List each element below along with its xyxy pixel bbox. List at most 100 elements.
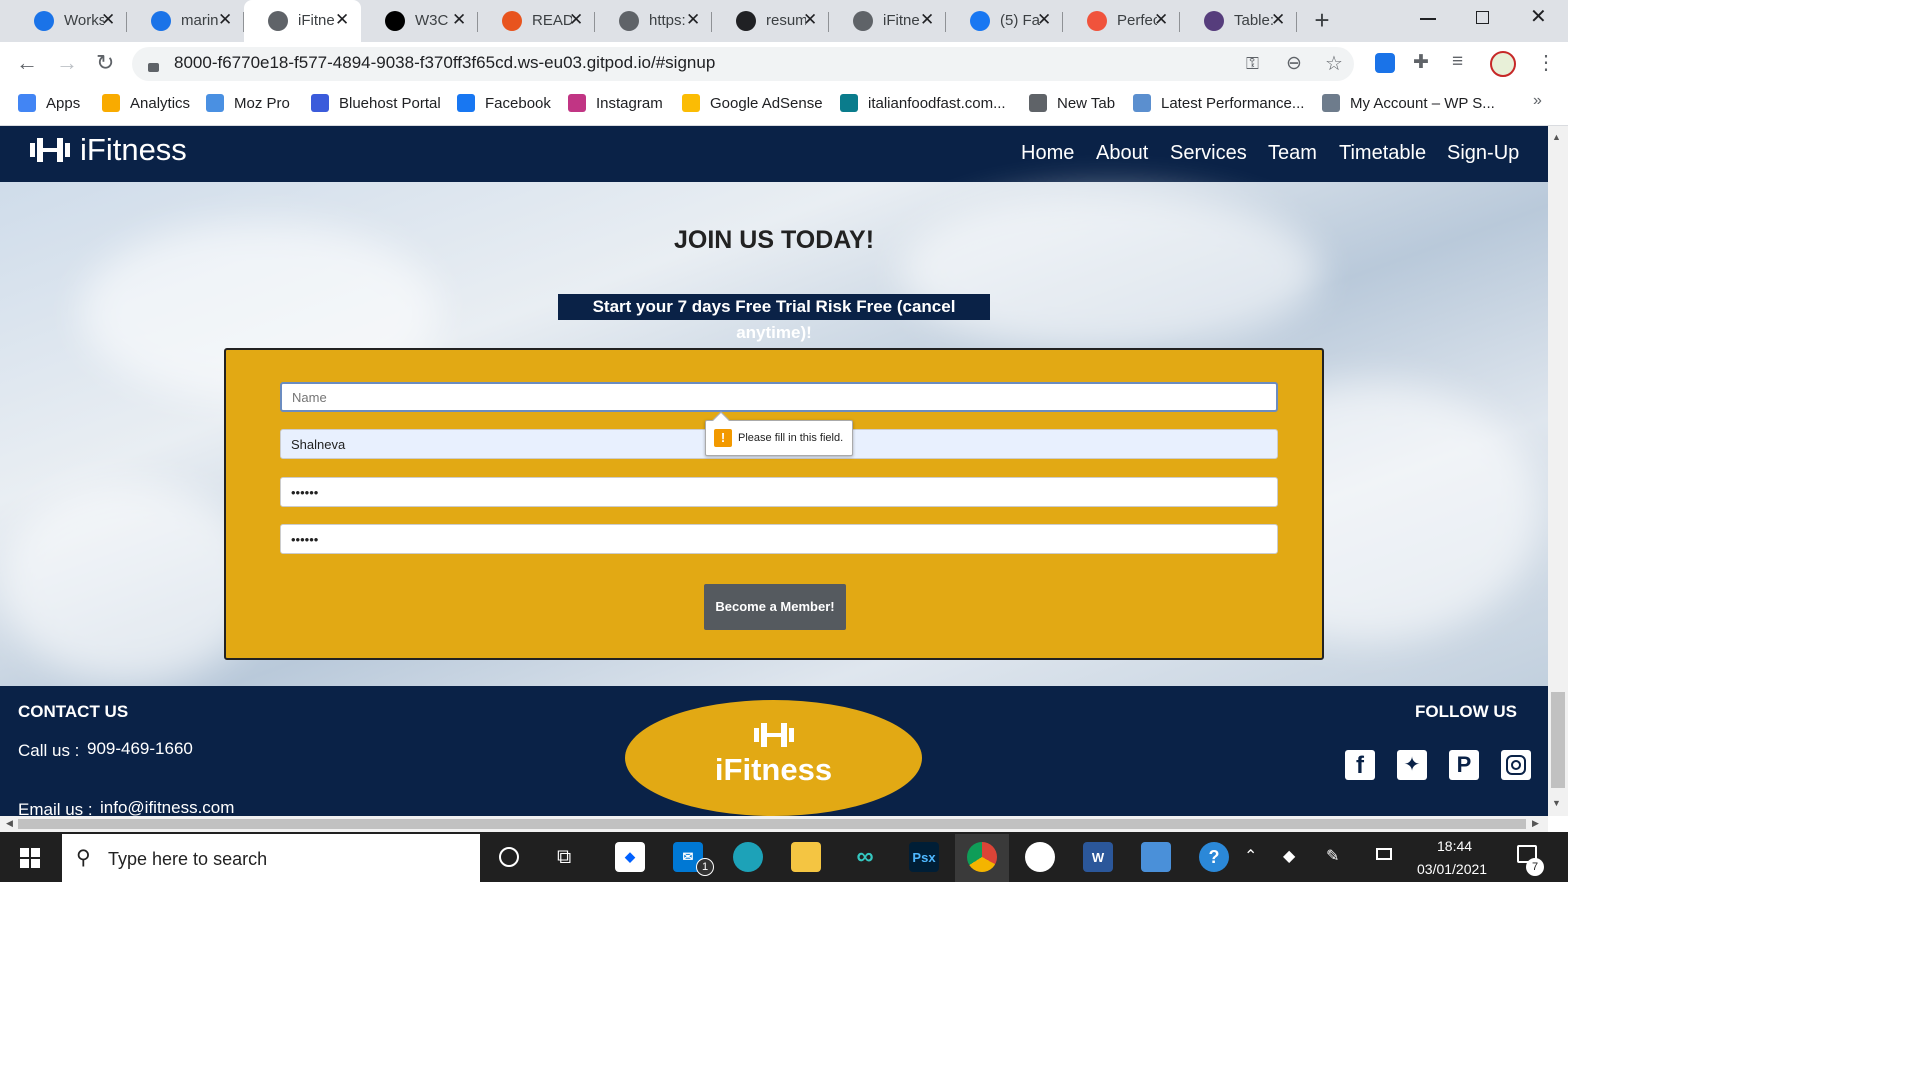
vertical-scrollbar[interactable]: ▲ ▼ — [1548, 126, 1568, 816]
edge-icon[interactable] — [733, 842, 763, 872]
photos-icon[interactable] — [1141, 842, 1171, 872]
close-tab-icon[interactable]: ✕ — [569, 10, 583, 30]
validation-text: Please fill in this field. — [738, 432, 844, 444]
tab-5[interactable]: https: ✕ — [595, 0, 712, 42]
bookmark-4[interactable]: Facebook — [457, 92, 551, 114]
tab-9[interactable]: Perfec ✕ — [1063, 0, 1180, 42]
more-bookmarks-button[interactable]: » — [1533, 92, 1542, 110]
globe-icon — [1029, 94, 1047, 112]
bookmark-6[interactable]: Google AdSense — [682, 92, 823, 114]
tab-1[interactable]: marin ✕ — [127, 0, 244, 42]
password-input[interactable]: •••••• — [280, 477, 1278, 507]
github-icon — [736, 11, 756, 31]
cortana-icon[interactable] — [499, 847, 519, 867]
close-tab-icon[interactable]: ✕ — [101, 10, 115, 30]
help-icon[interactable]: ? — [1199, 842, 1229, 872]
nav-signup[interactable]: Sign-Up — [1447, 142, 1519, 165]
close-tab-icon[interactable]: ✕ — [1271, 10, 1285, 30]
close-tab-icon[interactable]: ✕ — [218, 10, 232, 30]
back-button[interactable]: ← — [16, 50, 38, 76]
chrome-icon[interactable] — [967, 842, 997, 872]
bookmark-10[interactable]: My Account – WP S... — [1322, 92, 1495, 114]
clock-time[interactable]: 18:44 — [1437, 838, 1472, 854]
nav-home[interactable]: Home — [1021, 142, 1074, 165]
restore-button[interactable] — [1476, 11, 1489, 24]
tab-10[interactable]: Table: ✕ — [1180, 0, 1297, 42]
validation-tooltip: ! Please fill in this field. — [705, 420, 853, 456]
instagram-icon[interactable] — [1501, 750, 1531, 780]
avatar[interactable] — [1490, 51, 1516, 77]
webpage: iFitness Home About Services Team Timeta… — [0, 126, 1548, 816]
close-tab-icon[interactable]: ✕ — [686, 10, 700, 30]
menu-icon[interactable]: ⋮ — [1536, 50, 1556, 75]
close-tab-icon[interactable]: ✕ — [920, 10, 934, 30]
pen-icon[interactable]: ✎ — [1326, 846, 1339, 866]
twitter-icon[interactable]: ✦ — [1397, 750, 1427, 780]
dropbox-tray-icon[interactable]: ◆ — [1283, 846, 1295, 866]
key-icon[interactable]: ⚿ — [1246, 54, 1259, 74]
infinity-icon[interactable]: ∞ — [850, 842, 880, 872]
tab-2[interactable]: iFitne ✕ — [244, 0, 361, 42]
close-tab-icon[interactable]: ✕ — [452, 10, 466, 30]
bookmark-label: italianfoodfast.com... — [868, 94, 1006, 112]
confirm-password-input[interactable]: •••••• — [280, 524, 1278, 554]
new-tab-button[interactable]: + — [1310, 6, 1334, 34]
bookmark-3[interactable]: Bluehost Portal — [311, 92, 441, 114]
forward-button[interactable]: → — [56, 50, 78, 76]
zoom-icon[interactable]: ⊖ — [1286, 52, 1302, 75]
reload-button[interactable]: ↻ — [96, 50, 114, 76]
network-icon[interactable] — [1376, 848, 1392, 860]
nav-team[interactable]: Team — [1268, 142, 1317, 165]
bookmark-8[interactable]: New Tab — [1029, 92, 1115, 114]
close-tab-icon[interactable]: ✕ — [1154, 10, 1168, 30]
signup-heading: JOIN US TODAY! — [673, 226, 875, 254]
email-link[interactable]: info@ifitness.com — [100, 798, 234, 816]
close-tab-icon[interactable]: ✕ — [335, 10, 349, 30]
file-explorer-icon[interactable] — [791, 842, 821, 872]
tab-7[interactable]: iFitne ✕ — [829, 0, 946, 42]
nav-services[interactable]: Services — [1170, 142, 1247, 165]
bookmark-0[interactable]: Apps — [18, 92, 80, 114]
pinterest-icon[interactable]: P — [1449, 750, 1479, 780]
star-icon[interactable]: ☆ — [1325, 51, 1343, 76]
tab-label: Works — [64, 12, 104, 29]
dropbox-icon[interactable]: ◆ — [615, 842, 645, 872]
gitpod-extension-icon[interactable] — [1375, 53, 1395, 73]
horizontal-scrollbar[interactable]: ◀ ▶ — [0, 816, 1548, 832]
brand-logo[interactable]: iFitness — [80, 132, 187, 168]
clock-date[interactable]: 03/01/2021 — [1417, 861, 1487, 877]
minimize-button[interactable] — [1420, 18, 1436, 20]
facebook-icon[interactable]: f — [1345, 750, 1375, 780]
tab-4[interactable]: READ ✕ — [478, 0, 595, 42]
bookmark-1[interactable]: Analytics — [102, 92, 190, 114]
task-view-icon[interactable]: ⧉ — [557, 846, 571, 869]
nav-about[interactable]: About — [1096, 142, 1148, 165]
tab-0[interactable]: Works ✕ — [10, 0, 127, 42]
name-input[interactable] — [280, 382, 1278, 412]
bookmark-7[interactable]: italianfoodfast.com... — [840, 92, 1006, 114]
become-member-button[interactable]: Become a Member! — [704, 584, 846, 630]
lock-icon — [148, 63, 159, 72]
tab-label: READ — [532, 12, 572, 29]
chevron-up-icon[interactable]: ⌃ — [1244, 846, 1257, 866]
puzzle-icon[interactable]: ✚ — [1413, 51, 1429, 74]
close-tab-icon[interactable]: ✕ — [1037, 10, 1051, 30]
bookmark-9[interactable]: Latest Performance... — [1133, 92, 1304, 114]
bookmark-5[interactable]: Instagram — [568, 92, 663, 114]
tab-6[interactable]: resum ✕ — [712, 0, 829, 42]
close-tab-icon[interactable]: ✕ — [803, 10, 817, 30]
tab-8[interactable]: (5) Fa ✕ — [946, 0, 1063, 42]
tab-3[interactable]: W3C ✕ — [361, 0, 478, 42]
word-icon[interactable]: W — [1083, 842, 1113, 872]
slack-icon[interactable] — [1025, 842, 1055, 872]
footer-dumbbell-icon — [753, 722, 795, 748]
footer-logo[interactable]: iFitness — [625, 700, 922, 816]
bookmark-2[interactable]: Moz Pro — [206, 92, 290, 114]
close-window-button[interactable]: ✕ — [1530, 4, 1547, 29]
windows-start-icon[interactable] — [20, 848, 40, 868]
psx-icon[interactable]: Psx — [909, 842, 939, 872]
bootstrap-icon — [1204, 11, 1224, 31]
nav-timetable[interactable]: Timetable — [1339, 142, 1426, 165]
scrollbar-thumb[interactable] — [1551, 692, 1565, 788]
media-icon[interactable]: ≡ — [1452, 51, 1463, 73]
